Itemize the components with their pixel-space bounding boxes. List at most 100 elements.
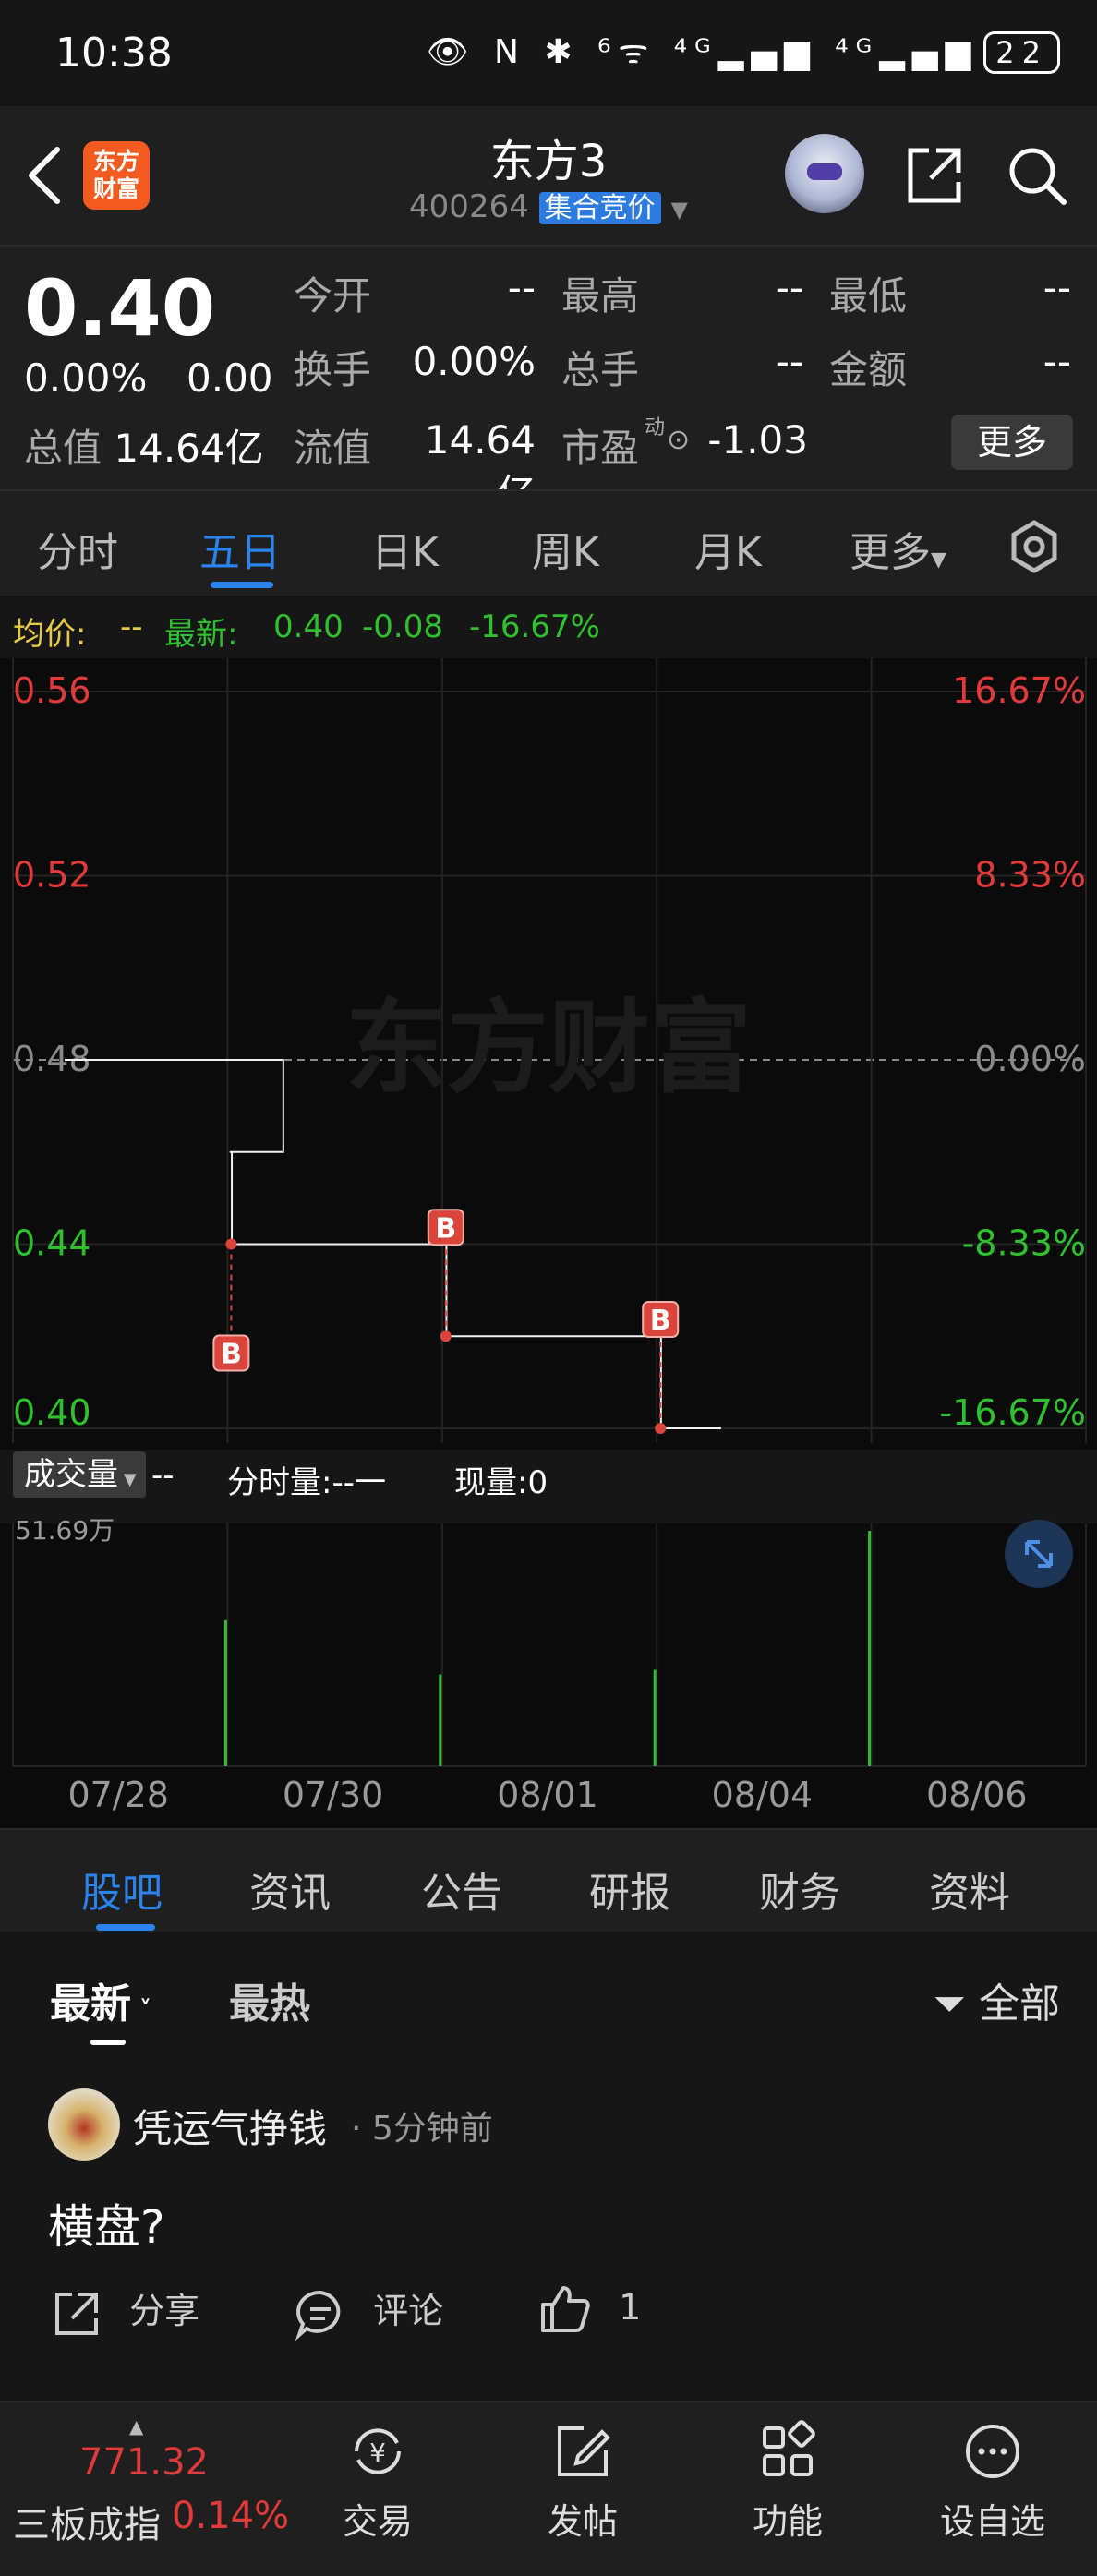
expand-chart-button[interactable] [1005, 1520, 1073, 1588]
edit-icon [558, 2426, 610, 2476]
share-action[interactable]: 分享 [50, 2282, 199, 2341]
x-tick-label: 08/04 [711, 1775, 814, 1815]
index-change[interactable]: 0.14% [172, 2495, 289, 2537]
x-tick-label: 08/06 [926, 1775, 1028, 1815]
current-price: 0.40 [24, 263, 216, 354]
high-label: 最高 [561, 273, 640, 319]
latest-value: 0.40 [273, 608, 344, 645]
filter-icon: ⏷ [933, 1980, 966, 2028]
latest-change: -0.08 [362, 608, 443, 645]
turnover-value: 0.00% [412, 339, 536, 384]
news-tabs: 股吧 资讯 公告 研报 财务 资料 [0, 1828, 1097, 1932]
chevron-down-icon: ▼ [118, 1470, 137, 1489]
info-icon[interactable]: ⊙ [667, 424, 690, 456]
share-icon [55, 2292, 98, 2335]
expand-icon [1025, 1540, 1053, 1568]
grid-icon [763, 2420, 815, 2476]
buy-marker-label: B [221, 1339, 242, 1371]
change-percent: 0.00% [24, 355, 148, 401]
status-time: 10:38 [55, 30, 173, 77]
volume-max-label: 51.69万 [15, 1515, 115, 1546]
five-day-chart[interactable]: 东方财富 0.56 16.67%0.52 8.33%0.48 0.00%0.44 -8.… [0, 658, 1097, 1828]
active-tab-indicator [211, 582, 273, 588]
sort-latest[interactable]: 最新 ˅ [50, 1970, 151, 2029]
tab-news[interactable]: 资讯 [249, 1860, 331, 1919]
bottom-nav: ▲ 771.32 三板成指 0.14% ¥ 交易 发帖 功能 设自选 [0, 2401, 1097, 2576]
tab-monthly-k[interactable]: 月K [694, 519, 762, 578]
filter-button[interactable]: ⏷ 全部 [934, 1970, 1060, 2029]
tab-daily-k[interactable]: 日K [371, 519, 439, 578]
tab-intraday[interactable]: 分时 [37, 519, 118, 578]
stock-header: 东方 财富 东方3 400264 集合竞价 ▼ [0, 106, 1097, 245]
forum-feed: 最新 ˅ 最热 ⏷ 全部 凭运气挣钱 · 5分钟前 横盘? 分享 评论 1 [0, 1932, 1097, 2401]
buy-marker-label: B [650, 1305, 671, 1337]
y-tick-left: 0.56 [13, 670, 91, 711]
tab-weekly-k[interactable]: 周K [532, 519, 599, 578]
chevron-up-icon: ▲ [129, 2415, 144, 2438]
ai-assistant-icon[interactable] [785, 134, 864, 213]
y-tick-right: 8.33% [974, 855, 1086, 896]
y-tick-right: 16.67% [952, 670, 1086, 711]
tab-more[interactable]: 更多▼ [850, 519, 946, 578]
status-signal-icons: 👁 N ✱ ⁶ᯤ ⁴ᴳ▂▄▆ ⁴ᴳ▂▄▆ [426, 33, 979, 71]
y-tick-right: 0.00% [974, 1039, 1086, 1079]
volume-label: 总手 [561, 347, 640, 392]
avg-label: 均价: [13, 616, 87, 653]
chevron-down-icon: ˅ [131, 1996, 152, 2024]
index-value[interactable]: 771.32 [79, 2441, 209, 2484]
svg-text:¥: ¥ [369, 2438, 386, 2468]
tab-profile[interactable]: 资料 [929, 1860, 1010, 1919]
average-price-bar: 均价: -- 最新: 0.40 -0.08 -16.67% [0, 596, 1097, 658]
nav-functions[interactable]: 功能 [718, 2419, 857, 2544]
post-time: · 5分钟前 [351, 2110, 493, 2148]
tab-research[interactable]: 研报 [589, 1860, 670, 1919]
tab-five-day[interactable]: 五日 [199, 519, 281, 578]
marker-dot [225, 1238, 237, 1250]
index-name[interactable]: 三板成指 [13, 2495, 161, 2548]
post-content[interactable]: 横盘? [48, 2190, 165, 2257]
avg-value: -- [120, 608, 143, 645]
nav-post[interactable]: 发帖 [513, 2419, 652, 2544]
tab-finance[interactable]: 财务 [759, 1860, 840, 1919]
tab-forum[interactable]: 股吧 [81, 1860, 163, 1919]
comment-icon [295, 2290, 341, 2341]
change-value: 0.00 [187, 355, 273, 401]
open-label: 今开 [294, 273, 372, 319]
indicator-selector[interactable]: 成交量 ▼ [13, 1451, 146, 1498]
status-bar: 10:38 👁 N ✱ ⁶ᯤ ⁴ᴳ▂▄▆ ⁴ᴳ▂▄▆ 22 [0, 0, 1097, 106]
y-tick-right: -8.33% [962, 1223, 1086, 1264]
comment-action[interactable]: 评论 [294, 2282, 443, 2341]
pe-superscript: 动 [645, 416, 666, 439]
x-tick-label: 08/01 [497, 1775, 598, 1815]
amount-value: -- [1043, 339, 1071, 384]
marker-dot [655, 1423, 667, 1434]
search-icon[interactable] [1005, 143, 1069, 208]
x-tick-label: 07/30 [282, 1775, 384, 1815]
tab-announcements[interactable]: 公告 [421, 1860, 502, 1919]
buy-marker-label: B [435, 1212, 456, 1245]
quote-panel: 0.40 0.00% 0.00 今开 -- 最高 -- 最低 -- 换手 0.0… [0, 245, 1097, 516]
latest-label: 最新: [164, 616, 238, 653]
volume-current: -- [151, 1457, 175, 1494]
pe-value: -1.03 [707, 417, 808, 463]
latest-change-pct: -16.67% [469, 608, 600, 645]
avatar[interactable] [48, 2088, 120, 2161]
market-cap: 总值 14.64亿 [24, 426, 264, 471]
nav-watchlist-settings[interactable]: 设自选 [923, 2419, 1062, 2544]
volume-value: -- [775, 339, 803, 384]
open-value: -- [507, 265, 536, 310]
battery-icon: 22 [983, 31, 1060, 74]
marker-dot [440, 1330, 452, 1342]
post-username[interactable]: 凭运气挣钱 [133, 2098, 327, 2154]
sort-hot[interactable]: 最热 [229, 1970, 310, 2029]
share-icon[interactable] [901, 143, 966, 208]
time-volume: 分时量:--一 [227, 1464, 386, 1501]
y-tick-left: 0.44 [13, 1223, 91, 1264]
settings-icon[interactable] [1007, 519, 1062, 574]
chevron-down-icon[interactable]: ▼ [670, 197, 687, 223]
stock-code: 400264 [409, 188, 529, 225]
y-tick-left: 0.52 [13, 855, 91, 896]
nav-trade[interactable]: ¥ 交易 [308, 2419, 447, 2544]
more-quote-button[interactable]: 更多 [951, 415, 1073, 470]
like-action[interactable]: 1 [537, 2282, 641, 2336]
